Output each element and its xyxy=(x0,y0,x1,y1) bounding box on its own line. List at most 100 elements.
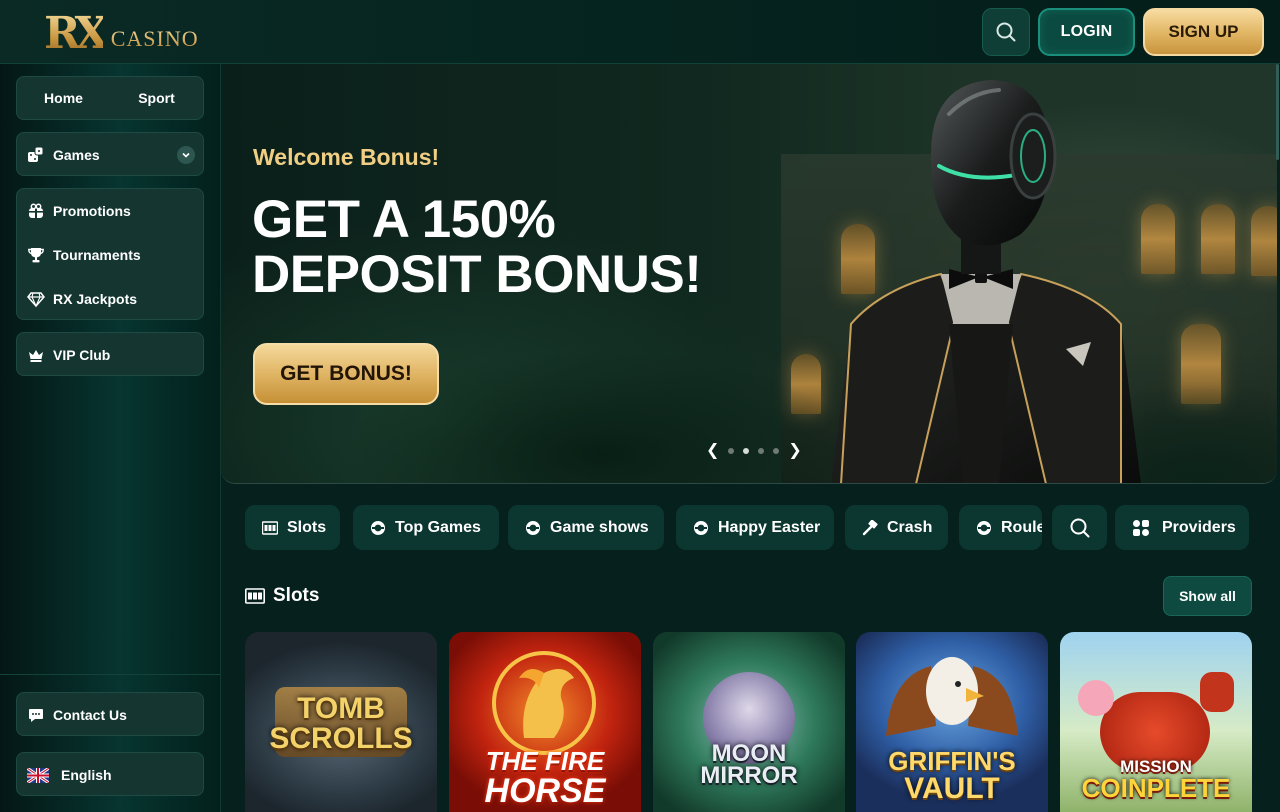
rx-casino-logo[interactable]: RX CASINO xyxy=(44,6,199,58)
hammer-icon xyxy=(862,519,878,536)
get-bonus-button[interactable]: GET BONUS! xyxy=(253,343,439,405)
tab-roulette[interactable]: Roule xyxy=(959,505,1042,550)
chevron-down-icon[interactable] xyxy=(177,146,195,164)
game-title-line2: COINPLETE xyxy=(1081,773,1231,803)
pig-character xyxy=(1078,680,1114,716)
tab-happy-easter[interactable]: Happy Easter xyxy=(676,505,834,550)
game-title-line2: MIRROR xyxy=(700,762,798,789)
tab-label: Roule xyxy=(1001,518,1042,536)
category-search-button[interactable] xyxy=(1052,505,1107,550)
griffin-artwork xyxy=(886,657,1018,736)
tab-top-games[interactable]: Top Games xyxy=(353,505,499,550)
sidebar-item-label: VIP Club xyxy=(53,347,111,363)
contact-us-label: Contact Us xyxy=(53,707,127,723)
home-link[interactable]: Home xyxy=(17,77,110,119)
game-title-line2: VAULT xyxy=(904,772,1000,805)
game-card-the-fire-horse[interactable]: THE FIRE HORSE xyxy=(449,632,641,812)
banner-carousel-controls: ❮ ❯ xyxy=(706,442,802,460)
page-scrollbar[interactable] xyxy=(1276,64,1279,160)
search-icon xyxy=(996,22,1016,42)
game-card-mission-coinplete[interactable]: MISSION COINPLETE xyxy=(1060,632,1252,812)
slot-machine-icon xyxy=(262,520,278,536)
top-header: RX CASINO LOGIN SIGN UP xyxy=(0,0,1280,64)
chip-icon xyxy=(370,520,386,536)
contact-card: Contact Us xyxy=(16,692,204,736)
signup-button[interactable]: SIGN UP xyxy=(1143,8,1264,56)
game-card-griffins-vault[interactable]: GRIFFIN'S VAULT xyxy=(856,632,1048,812)
game-card-moon-mirror[interactable]: MOON MIRROR xyxy=(653,632,845,812)
uk-flag-icon xyxy=(27,766,49,784)
slot-machine-icon xyxy=(245,588,265,604)
tab-label: Crash xyxy=(887,518,933,536)
sport-link[interactable]: Sport xyxy=(110,77,203,119)
show-all-slots-button[interactable]: Show all xyxy=(1163,576,1252,616)
banner-headline-line1: GET A 150% xyxy=(252,190,556,249)
banner-headline-line2: DEPOSIT BONUS! xyxy=(252,245,702,304)
carousel-dot[interactable] xyxy=(728,448,735,454)
tab-game-shows[interactable]: Game shows xyxy=(508,505,664,550)
gift-icon xyxy=(27,202,45,220)
language-card: English xyxy=(16,752,204,796)
promo-menu-card: Promotions Tournaments RX Jackpots xyxy=(16,188,204,320)
trophy-icon xyxy=(27,246,45,264)
carousel-dot[interactable] xyxy=(773,448,780,454)
carousel-prev-arrow[interactable]: ❮ xyxy=(706,443,719,459)
providers-button[interactable]: Providers xyxy=(1115,505,1249,550)
chip-icon xyxy=(976,520,992,536)
language-selector[interactable]: English xyxy=(17,753,205,797)
carousel-dot-active[interactable] xyxy=(743,448,750,454)
sidebar-item-games[interactable]: Games xyxy=(17,133,205,177)
providers-label: Providers xyxy=(1162,518,1236,536)
sidebar-item-label: Tournaments xyxy=(53,247,141,263)
tab-label: Happy Easter xyxy=(718,518,821,536)
login-button[interactable]: LOGIN xyxy=(1038,8,1135,56)
robot-gentleman-illustration xyxy=(831,80,1141,483)
mansion-window xyxy=(1141,204,1175,274)
sidebar-item-label: RX Jackpots xyxy=(53,291,138,307)
contact-us-button[interactable]: Contact Us xyxy=(17,693,205,737)
grid-icon xyxy=(1132,519,1150,537)
sidebar-item-tournaments[interactable]: Tournaments xyxy=(17,233,205,277)
games-menu-card: Games xyxy=(16,132,204,176)
sidebar-item-label: Promotions xyxy=(53,203,131,219)
logo-rx-mark: RX xyxy=(44,8,109,59)
tab-label: Game shows xyxy=(550,518,649,536)
game-title-line2: SCROLLS xyxy=(269,722,413,755)
search-icon xyxy=(1070,518,1089,537)
sidebar-item-promotions[interactable]: Promotions xyxy=(17,189,205,233)
carousel-next-arrow[interactable]: ❯ xyxy=(788,443,801,459)
mansion-window xyxy=(1201,204,1235,274)
sidebar: Home Sport Games Promotions Tournaments … xyxy=(0,64,221,812)
vip-menu-card: VIP Club xyxy=(16,332,204,376)
dice-icon xyxy=(27,146,45,164)
slots-section-title: Slots xyxy=(245,584,319,608)
horse-artwork xyxy=(492,651,596,755)
banner-headline: GET A 150% DEPOSIT BONUS! xyxy=(252,192,772,302)
sidebar-item-vip-club[interactable]: VIP Club xyxy=(17,333,205,377)
game-title-line1: THE FIRE xyxy=(485,746,605,776)
chat-icon xyxy=(27,706,45,724)
chip-icon xyxy=(693,520,709,536)
tab-label: Slots xyxy=(287,518,327,536)
welcome-bonus-banner: Welcome Bonus! GET A 150% DEPOSIT BONUS!… xyxy=(221,64,1277,484)
home-sport-switch: Home Sport xyxy=(16,76,204,120)
game-title-line1: TOMB xyxy=(297,692,385,725)
sidebar-item-label: Games xyxy=(53,147,100,163)
game-title-line1: GRIFFIN'S xyxy=(888,746,1016,776)
sidebar-divider xyxy=(0,674,220,675)
tab-crash[interactable]: Crash xyxy=(845,505,948,550)
game-title-line2: HORSE xyxy=(484,772,606,810)
diamond-icon xyxy=(27,290,45,308)
carousel-dot[interactable] xyxy=(758,448,765,454)
logo-wordmark: CASINO xyxy=(110,26,199,51)
sidebar-item-rx-jackpots[interactable]: RX Jackpots xyxy=(17,277,205,321)
chip-icon xyxy=(525,520,541,536)
section-title-label: Slots xyxy=(273,585,320,606)
header-search-button[interactable] xyxy=(982,8,1030,56)
tab-slots[interactable]: Slots xyxy=(245,505,340,550)
mansion-window xyxy=(1251,206,1277,276)
game-card-tomb-scrolls[interactable]: TOMB SCROLLS xyxy=(245,632,437,812)
crown-icon xyxy=(27,346,45,364)
banner-eyebrow: Welcome Bonus! xyxy=(253,144,440,170)
tab-label: Top Games xyxy=(395,518,481,536)
